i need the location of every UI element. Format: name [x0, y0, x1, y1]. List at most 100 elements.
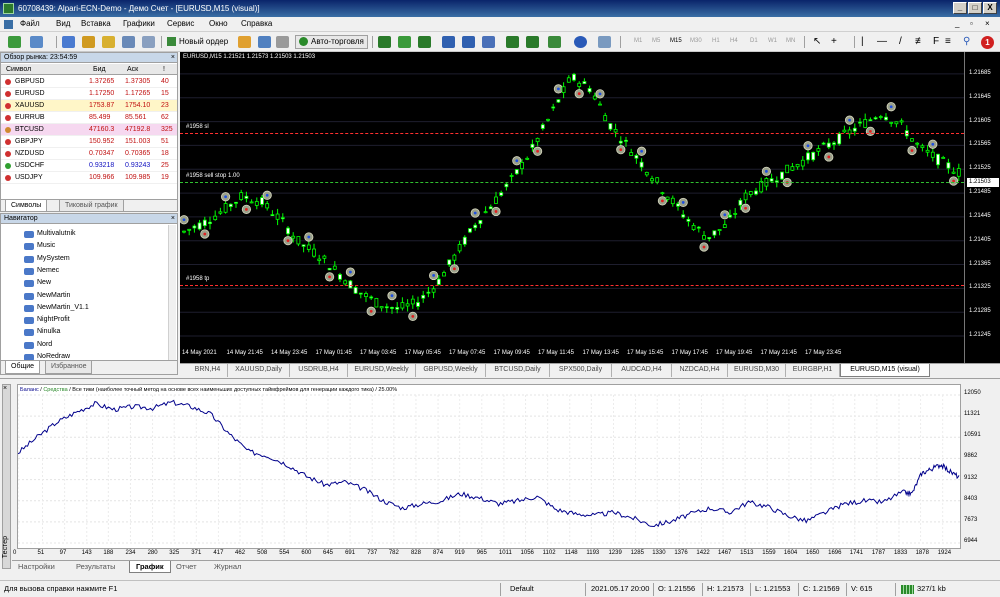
tf-mn[interactable]: MN [786, 38, 795, 44]
autoscroll-icon[interactable] [526, 36, 539, 48]
menu-view[interactable]: Вид [56, 19, 70, 28]
tab-favorites[interactable]: Избранное [45, 361, 93, 374]
chart-tab[interactable]: NZDCAD,H4 [672, 364, 728, 377]
navigator-item[interactable]: NewMartin [24, 292, 70, 300]
candlesticks-icon[interactable] [398, 36, 411, 48]
indicators-icon[interactable] [548, 36, 561, 48]
chart-tab[interactable]: SPX500,Daily [550, 364, 612, 377]
navigator-icon[interactable] [102, 36, 115, 48]
terminal-icon[interactable] [122, 36, 135, 48]
new-chart-icon[interactable] [8, 36, 21, 48]
data-window-icon[interactable] [82, 36, 95, 48]
bar-chart-icon[interactable] [378, 36, 391, 48]
tab-common[interactable]: Общие [5, 361, 41, 374]
chart-tab[interactable]: EURUSD,M15 (visual) [840, 364, 930, 377]
menu-charts[interactable]: Графики [123, 19, 155, 28]
chart-tab[interactable]: BRN,H4 [188, 364, 228, 377]
tab-graph[interactable]: График [129, 561, 171, 573]
chart-tab[interactable]: EURUSD,M30 [728, 364, 786, 377]
col-symbol[interactable]: Символ [6, 64, 31, 75]
market-row[interactable]: XAUUSD 1753.87 1754.10 23 [1, 100, 177, 112]
fibonacci-icon[interactable]: F [932, 35, 940, 49]
tab-report[interactable]: Отчет [170, 561, 203, 573]
chart-tab[interactable]: USDRUB,H4 [290, 364, 348, 377]
navigator-item[interactable]: NightProfit [24, 316, 70, 325]
market-watch-close-icon[interactable]: × [171, 53, 175, 63]
market-row[interactable]: EURUSD 1.17250 1.17265 15 [1, 88, 177, 100]
vertical-line-icon[interactable]: | [860, 35, 865, 49]
tab-settings[interactable]: Настройки [12, 561, 61, 573]
tester-close-icon[interactable]: × [3, 385, 7, 392]
zoom-in-icon[interactable] [442, 36, 455, 48]
tf-w1[interactable]: W1 [768, 38, 777, 44]
tab-journal[interactable]: Журнал [208, 561, 247, 573]
menu-tools[interactable]: Сервис [167, 19, 194, 28]
horizontal-line-icon[interactable]: — [876, 35, 888, 49]
chart-tab[interactable]: EURGBP,H1 [786, 364, 840, 377]
menu-window[interactable]: Окно [209, 19, 228, 28]
search-icon[interactable]: ⚲ [962, 35, 971, 49]
market-row[interactable]: GBPUSD 1.37265 1.37305 40 [1, 76, 177, 88]
periods-icon[interactable] [574, 36, 587, 48]
market-row[interactable]: USDCHF 0.93218 0.93243 25 [1, 160, 177, 172]
navigator-item[interactable]: Music [24, 242, 55, 251]
market-watch-icon[interactable] [62, 36, 75, 48]
tab-results[interactable]: Результаты [70, 561, 122, 573]
child-minimize-icon[interactable]: _ [955, 19, 959, 28]
chart-shift-icon[interactable] [506, 36, 519, 48]
tab-symbols[interactable]: Символы [5, 200, 48, 212]
menu-help[interactable]: Справка [241, 19, 272, 28]
signals-icon[interactable] [258, 36, 271, 48]
metaeditor-icon[interactable] [238, 36, 251, 48]
navigator-item[interactable]: Ninulka [24, 328, 60, 337]
price-chart[interactable]: #1958 sl #1958 sell stop 1.00 #1958 tp EUR… [180, 52, 964, 363]
col-spread[interactable]: ! [163, 64, 165, 75]
tf-m15[interactable]: M15 [670, 38, 682, 44]
chart-tab[interactable]: GBPUSD,Weekly [416, 364, 486, 377]
tf-m5[interactable]: M5 [652, 38, 660, 44]
navigator-scrollbar[interactable] [168, 225, 176, 362]
chart-tab[interactable]: AUDCAD,H4 [612, 364, 672, 377]
navigator-item[interactable]: Nemec [24, 267, 59, 275]
close-button[interactable]: X [983, 2, 997, 14]
col-bid[interactable]: Бид [93, 64, 106, 75]
navigator-close-icon[interactable]: × [171, 214, 175, 224]
line-chart-icon[interactable] [418, 36, 431, 48]
zoom-out-icon[interactable] [462, 36, 475, 48]
menu-insert[interactable]: Вставка [81, 19, 111, 28]
order-line[interactable] [180, 133, 964, 135]
market-row[interactable]: EURRUB 85.499 85.561 62 [1, 112, 177, 124]
menu-file[interactable]: Файл [20, 19, 40, 28]
chart-tab[interactable]: EURUSD,Weekly [348, 364, 416, 377]
market-row[interactable]: USDJPY 109.966 109.985 19 [1, 172, 177, 184]
chart-tab[interactable]: XAUUSD,Daily [228, 364, 290, 377]
child-close-icon[interactable]: × [985, 19, 990, 28]
auto-trading-button[interactable]: Авто-торговля [295, 35, 368, 49]
channel-icon[interactable]: ≢ [914, 35, 926, 49]
navigator-item[interactable]: New [24, 279, 51, 288]
templates-icon[interactable] [598, 36, 611, 48]
market-row[interactable]: BTCUSD 47160.3 47192.8 325 [1, 124, 177, 136]
order-line[interactable] [180, 182, 964, 184]
notification-icon[interactable]: 1 [981, 36, 994, 49]
new-order-button[interactable]: Новый ордер [166, 35, 229, 49]
crosshair-icon[interactable]: + [830, 35, 838, 49]
navigator-item[interactable]: Nord [24, 341, 52, 349]
navigator-item[interactable]: Multivalutnik [24, 230, 76, 238]
navigator-item[interactable]: NewMartin_V1.1 [24, 304, 89, 312]
order-line[interactable] [180, 285, 964, 287]
tf-m30[interactable]: M30 [690, 38, 702, 44]
profiles-icon[interactable] [30, 36, 43, 48]
market-row[interactable]: GBPJPY 150.952 151.003 51 [1, 136, 177, 148]
shapes-icon[interactable]: ≡ [944, 35, 952, 49]
col-ask[interactable]: Аск [127, 64, 138, 75]
child-restore-icon[interactable]: ▫ [970, 19, 973, 28]
tf-d1[interactable]: D1 [750, 38, 758, 44]
tab-tick-chart[interactable]: Тиковый график [59, 200, 124, 212]
tile-windows-icon[interactable] [482, 36, 495, 48]
market-row[interactable]: NZDUSD 0.70347 0.70365 18 [1, 148, 177, 160]
cursor-icon[interactable]: ↖ [812, 35, 822, 49]
minimize-button[interactable]: _ [953, 2, 967, 14]
tf-h4[interactable]: H4 [730, 38, 738, 44]
tf-h1[interactable]: H1 [712, 38, 720, 44]
